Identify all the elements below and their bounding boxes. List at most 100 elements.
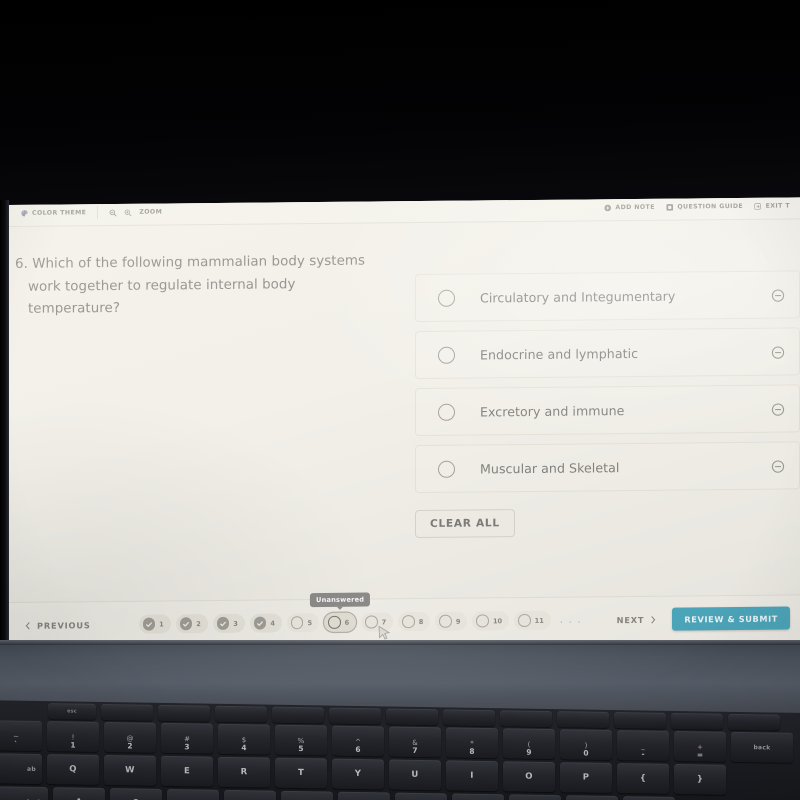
answer-radio[interactable] bbox=[438, 289, 455, 307]
key-5[interactable]: % 5 bbox=[275, 724, 327, 756]
question-dot-11[interactable]: 11 bbox=[514, 610, 551, 631]
key-u[interactable]: U bbox=[389, 759, 441, 791]
key-w[interactable]: W bbox=[104, 754, 156, 786]
key-caps-lock[interactable]: s lock bbox=[0, 785, 48, 800]
clear-all-button[interactable]: CLEAR ALL bbox=[415, 509, 515, 539]
key-6[interactable]: ^ 6 bbox=[332, 725, 384, 757]
empty-circle-icon bbox=[518, 614, 531, 627]
question-guide-button[interactable]: QUESTION GUIDE bbox=[666, 203, 743, 211]
key-s[interactable]: S bbox=[110, 788, 162, 800]
color-theme-button[interactable]: COLOR THEME bbox=[21, 209, 86, 217]
question-dot-4[interactable]: 4 bbox=[249, 613, 282, 633]
key-g[interactable]: G bbox=[281, 790, 333, 800]
answer-radio[interactable] bbox=[438, 403, 455, 421]
key-j[interactable]: J bbox=[395, 792, 447, 800]
question-dot-number: 11 bbox=[534, 616, 544, 625]
answer-option[interactable]: Muscular and Skeletal bbox=[415, 441, 800, 494]
key-backspace[interactable]: back bbox=[731, 731, 793, 763]
key-f5[interactable] bbox=[329, 707, 381, 725]
question-dot-10[interactable]: 10 bbox=[472, 611, 510, 631]
question-dot-1[interactable]: 1 bbox=[138, 614, 171, 634]
key-bracket-left[interactable]: { bbox=[617, 763, 669, 794]
answer-option[interactable]: Circulatory and Integumentary bbox=[415, 270, 800, 323]
zoom-controls[interactable]: ZOOM bbox=[109, 208, 162, 217]
next-label: NEXT bbox=[616, 614, 645, 625]
strikethrough-icon[interactable] bbox=[771, 459, 785, 473]
key-t[interactable]: T bbox=[275, 757, 327, 789]
strikethrough-icon[interactable] bbox=[771, 288, 785, 302]
question-dot-7[interactable]: 7 bbox=[361, 612, 394, 632]
empty-circle-icon bbox=[439, 614, 452, 628]
key-7[interactable]: & 7 bbox=[389, 726, 441, 758]
key-o[interactable]: O bbox=[503, 761, 555, 793]
key-8[interactable]: * 8 bbox=[446, 727, 498, 759]
key-f12[interactable] bbox=[728, 713, 780, 731]
answer-option[interactable]: Excretory and immune bbox=[415, 384, 800, 437]
key-quote[interactable]: " bbox=[623, 796, 675, 800]
previous-button[interactable]: PREVIOUS bbox=[25, 620, 91, 631]
answer-column: Circulatory and Integumentary Endocrine … bbox=[403, 219, 800, 598]
answer-radio[interactable] bbox=[438, 460, 455, 478]
more-questions-ellipsis[interactable]: . . . bbox=[560, 615, 582, 625]
key-tab[interactable]: ab bbox=[0, 752, 42, 785]
key-f6[interactable] bbox=[386, 708, 438, 726]
previous-label: PREVIOUS bbox=[37, 619, 91, 631]
key-y[interactable]: Y bbox=[332, 758, 384, 790]
key-4[interactable]: $4 bbox=[218, 723, 270, 755]
key-f1[interactable] bbox=[101, 703, 153, 721]
exit-test-button[interactable]: EXIT T bbox=[754, 202, 790, 210]
key-i[interactable]: I bbox=[446, 760, 498, 792]
key-f7[interactable] bbox=[443, 709, 495, 727]
key-r[interactable]: R bbox=[218, 756, 270, 788]
key-f8[interactable] bbox=[500, 710, 552, 728]
key-f11[interactable] bbox=[671, 712, 723, 730]
key-esc[interactable]: esc bbox=[48, 703, 96, 720]
key-f9[interactable] bbox=[557, 711, 609, 728]
key-f2[interactable] bbox=[158, 704, 210, 722]
add-note-icon bbox=[604, 204, 612, 212]
key-2[interactable]: @2 bbox=[104, 721, 156, 753]
question-dot-6-current[interactable]: Unanswered 6 bbox=[310, 592, 371, 632]
key-equals[interactable]: + = bbox=[674, 730, 726, 762]
question-dot-9[interactable]: 9 bbox=[435, 611, 468, 631]
key-backtick[interactable]: ~ ` bbox=[0, 720, 42, 752]
question-dot-number: 2 bbox=[196, 619, 201, 628]
key-bracket-right[interactable]: } bbox=[674, 763, 726, 795]
key-1[interactable]: ! 1 bbox=[47, 721, 99, 752]
key-h[interactable]: H bbox=[338, 791, 390, 800]
key-0[interactable]: ) 0 bbox=[560, 729, 612, 760]
zoom-in-icon[interactable] bbox=[124, 208, 132, 216]
next-button[interactable]: NEXT bbox=[616, 614, 657, 625]
key-p[interactable]: P bbox=[560, 762, 612, 793]
key-k[interactable]: K bbox=[452, 793, 504, 800]
key-q[interactable]: Q bbox=[47, 754, 99, 785]
key-e[interactable]: E bbox=[161, 755, 213, 787]
key-f[interactable]: F bbox=[224, 789, 276, 800]
key-semicolon[interactable]: : bbox=[566, 795, 618, 800]
key-a[interactable]: A bbox=[53, 787, 105, 800]
answer-label: Muscular and Skeletal bbox=[480, 459, 620, 476]
key-d[interactable]: D bbox=[167, 788, 219, 800]
question-dot-5[interactable]: 5 bbox=[286, 613, 320, 633]
strikethrough-icon[interactable] bbox=[771, 345, 785, 359]
answer-option[interactable]: Endocrine and lymphatic bbox=[415, 327, 800, 380]
key-f4[interactable] bbox=[272, 706, 324, 724]
key-minus[interactable]: _ - bbox=[617, 730, 669, 761]
key-3[interactable]: #3 bbox=[161, 722, 213, 754]
question-dot-8[interactable]: 8 bbox=[398, 611, 431, 632]
key-f10[interactable] bbox=[614, 711, 666, 729]
question-dot-2[interactable]: 2 bbox=[175, 614, 208, 634]
key-f3[interactable] bbox=[215, 705, 267, 723]
strikethrough-icon[interactable] bbox=[771, 402, 785, 416]
answer-radio[interactable] bbox=[438, 346, 455, 364]
review-and-submit-button[interactable]: REVIEW & SUBMIT bbox=[672, 606, 790, 631]
add-note-button[interactable]: ADD NOTE bbox=[604, 204, 655, 212]
key-9[interactable]: (9 bbox=[503, 728, 555, 760]
question-dot-3[interactable]: 3 bbox=[212, 613, 245, 634]
key-l[interactable]: L bbox=[509, 794, 561, 800]
toolbar-left-group: COLOR THEME ZOOM bbox=[21, 206, 162, 220]
zoom-out-icon[interactable] bbox=[109, 208, 117, 216]
question-guide-label: QUESTION GUIDE bbox=[677, 202, 744, 211]
question-dot-number: 3 bbox=[233, 619, 238, 628]
screen-bezel-left bbox=[0, 200, 9, 650]
